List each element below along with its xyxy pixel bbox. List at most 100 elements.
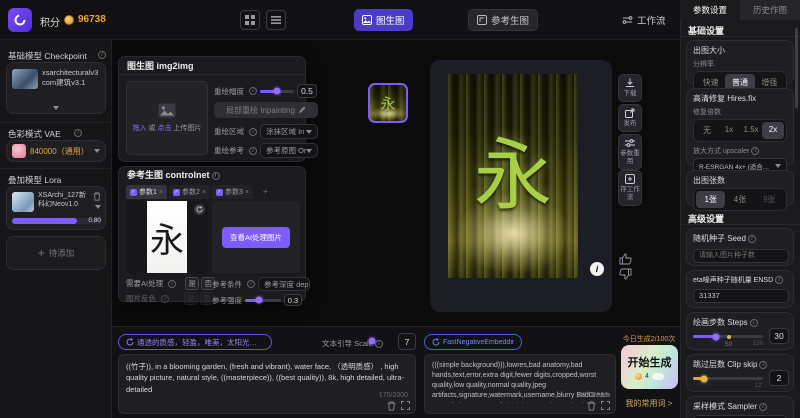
seed-info-icon[interactable]: i — [748, 235, 756, 243]
sliders-icon — [625, 138, 635, 148]
cfg-scale-info-icon[interactable]: i — [375, 340, 383, 348]
clip-skip-value[interactable]: 2 — [769, 370, 789, 386]
need-ai-info-icon[interactable]: i — [168, 280, 176, 288]
thumbs-up-icon[interactable] — [619, 252, 632, 265]
invert-label: 图片反色 — [126, 293, 156, 304]
hires-option-none[interactable]: 无 — [696, 122, 718, 139]
nav-tab-workflow[interactable]: 工作流 — [616, 9, 672, 31]
sampler-info-icon[interactable]: i — [759, 403, 767, 411]
denoise-slider[interactable] — [260, 90, 294, 93]
strength-slider[interactable] — [245, 299, 281, 302]
clip-skip-card: 跳过层数 Clip skipi 12 2 — [686, 354, 794, 392]
positive-prompt-input[interactable]: ((竹子)), in a blooming garden, (fresh and… — [124, 359, 412, 399]
expand-icon[interactable] — [601, 401, 610, 410]
generate-button[interactable]: 开始生成 4 — [621, 345, 678, 389]
controlnet-source-box[interactable]: 永 — [126, 201, 208, 273]
vae-info-icon[interactable]: i — [74, 129, 82, 137]
reference-dropdown[interactable]: 参考原图 Or — [260, 143, 318, 158]
reference-info-icon[interactable]: i — [249, 147, 257, 155]
refresh-icon[interactable] — [126, 338, 134, 346]
steps-info-icon[interactable]: i — [750, 319, 758, 327]
inpainting-button[interactable]: 局部重绘 Inpainting — [214, 102, 318, 118]
controlnet-panel-title[interactable]: 参考生图 controlneti — [119, 167, 305, 183]
strength-value[interactable]: 0.3 — [284, 294, 302, 306]
lora-weight-slider[interactable]: 0.80 — [12, 218, 102, 224]
controlnet-tab-1[interactable]: ✓ 参数1 × — [126, 185, 167, 199]
close-icon[interactable]: × — [202, 189, 206, 196]
batch-option-1[interactable]: 1张 — [696, 191, 725, 208]
close-icon[interactable]: × — [159, 189, 163, 196]
preview-glyph: 永 — [474, 113, 552, 225]
hires-option-1-5x[interactable]: 1.5x — [740, 122, 762, 139]
grid-view-icon[interactable] — [240, 10, 260, 30]
cfg-scale-value[interactable]: 7 — [398, 333, 416, 350]
refresh-icon[interactable] — [432, 338, 440, 346]
points-value[interactable]: 96738 — [78, 14, 106, 25]
denoise-info-icon[interactable]: i — [249, 87, 257, 95]
denoise-value[interactable]: 0.5 — [297, 84, 317, 98]
checkpoint-expand-icon[interactable] — [53, 106, 59, 110]
invert-yes-button[interactable]: 是 — [184, 292, 198, 305]
reference-label: 重绘参考 — [214, 145, 244, 156]
steps-slider[interactable] — [693, 335, 763, 338]
condition-info-icon[interactable]: i — [247, 280, 255, 288]
common-words-link[interactable]: 我的常用词 > — [620, 398, 678, 409]
hires-option-2x[interactable]: 2x — [762, 122, 784, 139]
condition-dropdown[interactable]: 参考深度 dept — [258, 277, 310, 291]
reuse-params-button[interactable]: 参数重用 — [618, 134, 642, 170]
refresh-icon[interactable] — [194, 204, 205, 215]
positive-style-tags[interactable]: 通透的质感，轻盈，唯美，太阳光，树影，动作，最佳质量 — [118, 334, 272, 350]
invert-info-icon[interactable]: i — [161, 295, 169, 303]
list-view-icon[interactable] — [266, 10, 286, 30]
img2img-panel-title[interactable]: 图生图 img2img — [119, 57, 305, 75]
publish-button[interactable]: 发布 — [618, 104, 642, 132]
tab-history[interactable]: 历史作图 — [740, 0, 800, 20]
view-ai-image-button[interactable]: 查看AI处理图片 — [222, 227, 290, 248]
preview-image[interactable]: 永 — [448, 74, 578, 278]
download-button[interactable]: 下载 — [618, 74, 642, 102]
save-workflow-button[interactable]: 存工作流 — [618, 170, 642, 206]
lora-add-button[interactable]: + 待添加 — [6, 236, 106, 270]
img2img-upload-dropzone[interactable]: 拖入 或 点击 上传图片 — [126, 81, 208, 155]
image-info-icon[interactable]: i — [590, 262, 604, 276]
clip-skip-slider[interactable] — [693, 377, 763, 380]
denoise-row: 重绘幅度i 0.5 — [214, 84, 317, 98]
trash-icon[interactable] — [587, 401, 596, 411]
batch-option-4[interactable]: 4张 — [725, 191, 754, 208]
negative-embedding-tag[interactable]: FastNegativeEmbedding — [424, 334, 522, 350]
thumbs-down-icon[interactable] — [619, 268, 632, 281]
upscaler-info-icon[interactable]: i — [751, 147, 759, 155]
nav-tab-controlnet[interactable]: 参考生图 — [468, 9, 538, 31]
settings-scrollbar[interactable] — [795, 28, 798, 108]
controlnet-info-icon[interactable]: i — [212, 172, 220, 180]
hires-option-1x[interactable]: 1x — [718, 122, 740, 139]
app-logo[interactable] — [8, 8, 32, 32]
close-icon[interactable]: × — [245, 189, 249, 196]
upload-or-word: 或 — [149, 125, 156, 132]
lora-caret-icon[interactable] — [95, 205, 101, 209]
expand-icon[interactable] — [401, 401, 410, 410]
tab-parameters[interactable]: 参数设置 — [680, 0, 740, 20]
region-info-icon[interactable]: i — [249, 128, 257, 136]
region-dropdown[interactable]: 涂抹区域 In — [260, 124, 318, 139]
trash-icon[interactable] — [387, 401, 396, 411]
nav-tab-img2img[interactable]: 图生图 — [354, 9, 413, 31]
result-thumbnail[interactable]: 永 — [368, 83, 408, 123]
ensd-input[interactable] — [693, 289, 789, 303]
repaint-reference-row: 重绘参考 i 参考原图 Or — [214, 143, 318, 158]
controlnet-tab-3[interactable]: ✓ 参数3 × — [212, 185, 253, 199]
checkpoint-info-icon[interactable]: i — [98, 51, 106, 59]
checkpoint-card[interactable]: xsarchitecturalv3com建筑v3.1 — [6, 62, 106, 114]
controlnet-add-tab[interactable]: + — [255, 185, 276, 199]
steps-value[interactable]: 30 — [769, 328, 789, 344]
need-ai-yes-button[interactable]: 是 — [185, 277, 199, 290]
ensd-info-icon[interactable]: i — [775, 276, 783, 284]
upload-suffix-word: 上传图片 — [173, 125, 201, 132]
clip-skip-info-icon[interactable]: i — [759, 361, 767, 369]
trash-icon[interactable] — [93, 192, 101, 201]
seed-input[interactable] — [693, 249, 789, 263]
vae-select[interactable]: 840000（通用） — [6, 140, 106, 162]
lora-card[interactable]: XSArchi_127新科幻Neov1.0 0.80 — [6, 186, 106, 230]
controlnet-tab-2[interactable]: ✓ 参数2 × — [169, 185, 210, 199]
batch-label: 出图张数 — [693, 175, 787, 186]
